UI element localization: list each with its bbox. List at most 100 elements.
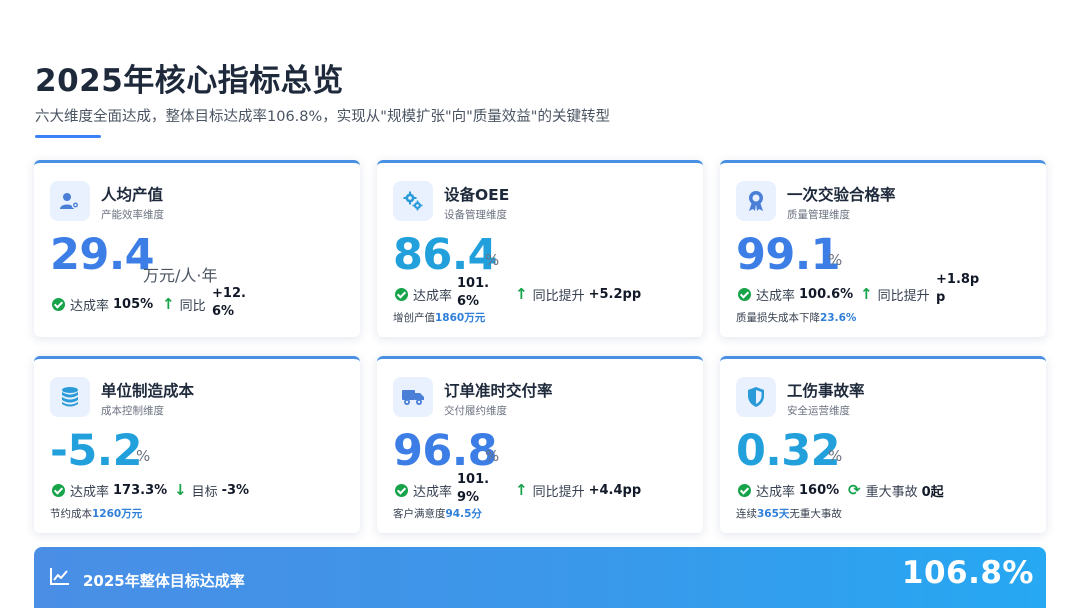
rate-value: 100.6%	[799, 287, 854, 302]
check-circle-icon	[52, 298, 65, 311]
card-title: 一次交验合格率	[787, 186, 896, 204]
card-note: 质量损失成本下降23.6%	[736, 310, 856, 325]
kpi-unit: %	[828, 447, 843, 465]
achievement-rate: 达成率 160%	[738, 481, 839, 500]
kpi-value: -5.2	[50, 426, 143, 476]
trend-label: 同比提升	[877, 289, 930, 304]
arrow-up-icon: ↑	[515, 285, 528, 303]
check-circle-icon	[738, 288, 751, 301]
rate-value: 101.6%	[457, 276, 490, 309]
rate-label: 达成率	[413, 289, 453, 304]
line-chart-icon	[50, 567, 70, 589]
card-subtitle: 产能效率维度	[101, 209, 164, 221]
check-circle-icon	[395, 484, 408, 497]
page-title: 2025年核心指标总览	[35, 63, 344, 99]
truck-icon	[393, 377, 433, 417]
card-note: 增创产值1860万元	[393, 310, 485, 325]
kpi-card-first-pass-yield: 一次交验合格率 质量管理维度 99.1 % 达成率 100.6% ↑ 同比提升 …	[720, 160, 1046, 337]
rate-label: 达成率	[756, 289, 796, 304]
achievement-rate: 达成率 173.3%	[52, 481, 167, 500]
card-title: 单位制造成本	[101, 382, 195, 400]
kpi-card-unit-manufacturing-cost: 单位制造成本 成本控制维度 -5.2 % 达成率 173.3% ↓ 目标 -3%…	[34, 356, 360, 533]
card-title: 订单准时交付率	[444, 382, 553, 400]
trend-label: 目标	[191, 485, 218, 500]
note-prefix: 增创产值	[393, 312, 435, 324]
kpi-unit: %	[136, 447, 151, 465]
note-suffix: 无重大事故	[789, 508, 842, 520]
trend-value: +5.2pp	[588, 287, 642, 302]
card-title: 工伤事故率	[787, 382, 865, 400]
achievement-rate: 达成率 100.6%	[738, 285, 853, 304]
user-gear-icon	[50, 181, 90, 221]
coins-icon	[50, 377, 90, 417]
rate-value: 105%	[113, 297, 154, 312]
achievement-rate: 达成率	[395, 481, 452, 500]
overall-achievement-banner: 2025年整体目标达成率 106.8%	[34, 547, 1046, 608]
note-prefix: 质量损失成本下降	[736, 312, 820, 324]
award-icon	[736, 181, 776, 221]
arrow-up-icon: ↑	[860, 285, 873, 303]
card-subtitle: 成本控制维度	[101, 405, 164, 417]
achievement-rate: 达成率 105%	[52, 295, 153, 314]
kpi-unit: 万元/人·年	[143, 266, 218, 285]
check-circle-icon	[738, 484, 751, 497]
trend-value: +12.6%	[212, 286, 246, 319]
kpi-value: 96.8	[393, 426, 498, 476]
card-note: 客户满意度94.5分	[393, 506, 482, 521]
trend-label: 重大事故	[865, 485, 918, 500]
trend-value: 0起	[921, 485, 944, 500]
card-subtitle: 安全运营维度	[787, 405, 850, 417]
rate-label: 达成率	[70, 299, 110, 314]
arrow-up-icon: ↑	[162, 295, 175, 313]
refresh-icon: ⟳	[848, 481, 861, 499]
note-value: 1860万元	[435, 312, 486, 324]
note-value: 1260万元	[92, 508, 143, 520]
yoy-trend: ↑ 同比提升	[860, 285, 930, 305]
arrow-down-icon: ↓	[174, 481, 187, 499]
rate-label: 达成率	[70, 485, 110, 500]
page-subtitle: 六大维度全面达成，整体目标达成率106.8%，实现从"规模扩张"向"质量效益"的…	[35, 109, 610, 125]
yoy-trend: ↑ 同比提升 +5.2pp	[515, 285, 642, 305]
kpi-card-injury-rate: 工伤事故率 安全运营维度 0.32 % 达成率 160% ⟳ 重大事故 0起 连…	[720, 356, 1046, 533]
kpi-card-on-time-delivery: 订单准时交付率 交付履约维度 96.8 % 达成率 101.9% ↑ 同比提升 …	[377, 356, 703, 533]
achievement-rate: 达成率	[395, 285, 452, 304]
check-circle-icon	[395, 288, 408, 301]
banner-label: 2025年整体目标达成率	[83, 572, 245, 590]
shield-icon	[736, 377, 776, 417]
trend-value: +4.4pp	[588, 483, 642, 498]
kpi-card-equipment-oee: 设备OEE 设备管理维度 86.4 % 达成率 101.6% ↑ 同比提升 +5…	[377, 160, 703, 337]
rate-label: 达成率	[756, 485, 796, 500]
kpi-value: 99.1	[736, 230, 841, 280]
rate-label: 达成率	[413, 485, 453, 500]
card-subtitle: 设备管理维度	[444, 209, 507, 221]
rate-value: 101.9%	[457, 472, 490, 505]
note-prefix: 节约成本	[50, 508, 92, 520]
trend-value: -3%	[221, 483, 250, 498]
note-value: 94.5分	[445, 508, 482, 520]
note-value: 23.6%	[820, 312, 857, 324]
kpi-card-per-capita-output: 人均产值 产能效率维度 29.4 万元/人·年 达成率 105% ↑ 同比 +1…	[34, 160, 360, 337]
trend-label: 同比提升	[532, 289, 585, 304]
gears-icon	[393, 181, 433, 221]
trend-value: +1.8pp	[936, 272, 980, 305]
yoy-trend: ↑ 同比提升 +4.4pp	[515, 481, 642, 501]
card-title: 设备OEE	[444, 186, 510, 204]
card-subtitle: 交付履约维度	[444, 405, 507, 417]
arrow-up-icon: ↑	[515, 481, 528, 499]
kpi-value: 86.4	[393, 230, 498, 280]
target-trend: ↓ 目标 -3%	[174, 481, 250, 501]
title-underline	[35, 135, 101, 138]
yoy-trend: ↑ 同比	[162, 295, 206, 315]
check-circle-icon	[52, 484, 65, 497]
card-title: 人均产值	[101, 186, 164, 204]
card-subtitle: 质量管理维度	[787, 209, 850, 221]
card-note: 连续365天无重大事故	[736, 506, 842, 521]
trend-label: 同比提升	[532, 485, 585, 500]
rate-value: 173.3%	[113, 483, 168, 498]
kpi-value: 0.32	[736, 426, 841, 476]
note-prefix: 连续	[736, 508, 757, 520]
rate-value: 160%	[799, 483, 840, 498]
kpi-unit: %	[828, 251, 843, 269]
kpi-unit: %	[485, 447, 500, 465]
note-prefix: 客户满意度	[393, 508, 446, 520]
